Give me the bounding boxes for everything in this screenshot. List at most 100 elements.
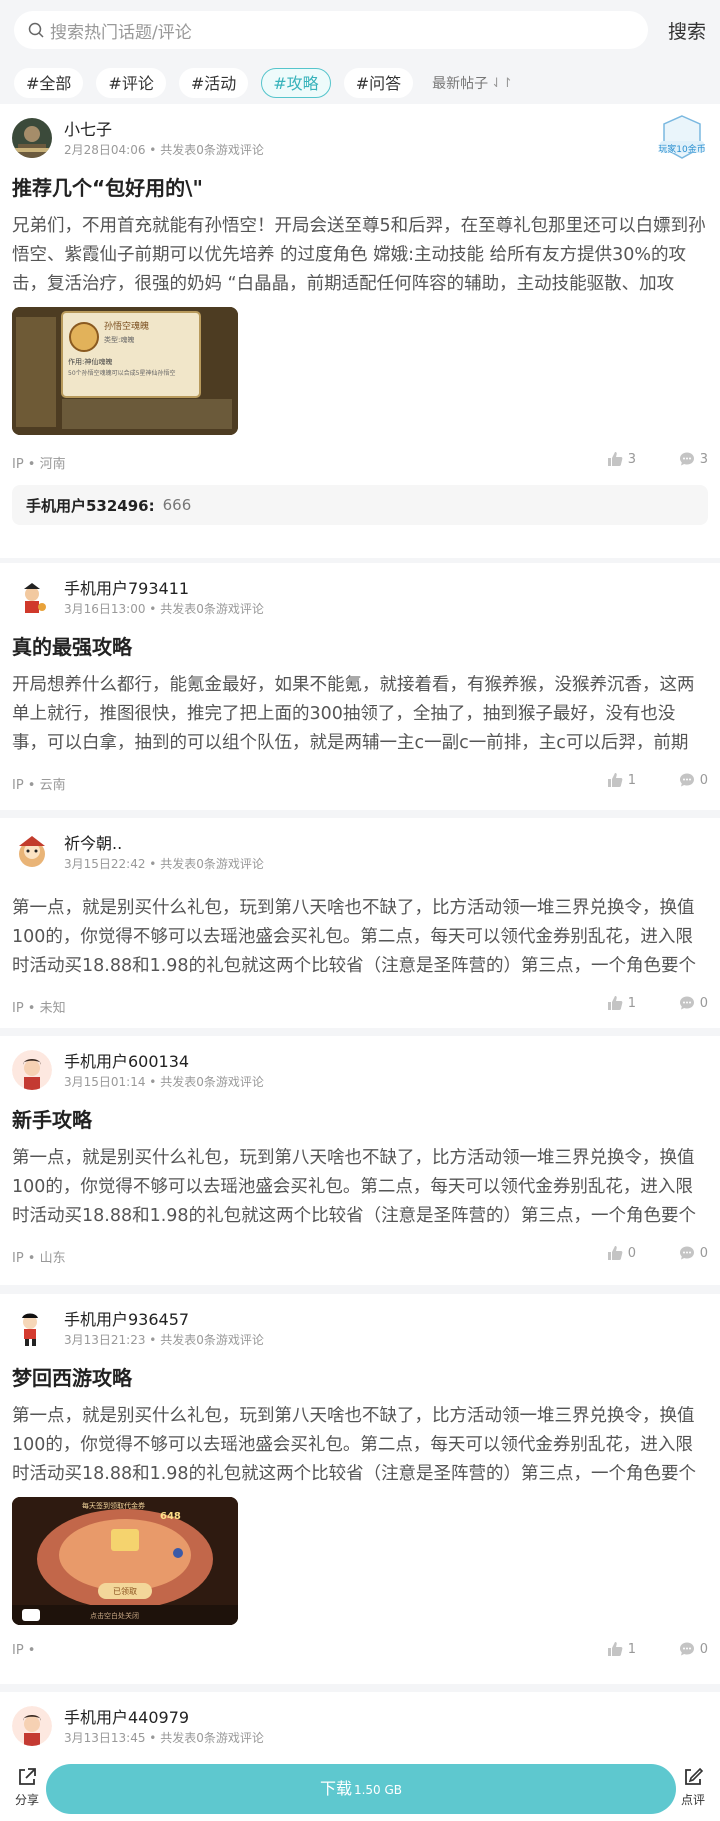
post-header: 手机用户600134 3月15日01:14 • 共发表0条游戏评论 xyxy=(12,1036,708,1100)
post-meta: 3月16日13:00 • 共发表0条游戏评论 xyxy=(64,602,264,616)
post-footer: IP • 河南 3 3 xyxy=(12,441,708,481)
share-button[interactable]: 分享 xyxy=(2,1766,52,1808)
like-count: 0 xyxy=(627,1245,636,1261)
post-title[interactable]: 梦回西游攻略 xyxy=(12,1358,708,1398)
edit-icon xyxy=(685,1767,704,1785)
post-header: 小七子 2月28日04:06 • 共发表0条游戏评论 玩家10金币 xyxy=(12,104,708,168)
thumbs-up-icon xyxy=(607,996,623,1010)
post-card[interactable]: 祈今朝.. 3月15日22:42 • 共发表0条游戏评论 第一点，就是别买什么礼… xyxy=(0,818,720,1028)
post-meta: 3月13日13:45 • 共发表0条游戏评论 xyxy=(64,1731,264,1745)
sort-arrows-icon: ⇃↾ xyxy=(491,75,513,91)
post-footer: IP • 1 0 xyxy=(12,1631,708,1671)
like-button[interactable]: 1 xyxy=(607,1641,636,1657)
thumbs-up-icon xyxy=(607,452,623,466)
image-amount: 648 xyxy=(160,1511,181,1522)
post-header: 手机用户793411 3月16日13:00 • 共发表0条游戏评论 xyxy=(12,563,708,627)
post-body[interactable]: 第一点，就是别买什么礼包，玩到第八天啥也不缺了，比方活动领一堆三界兑换令，换值1… xyxy=(12,894,708,981)
avatar[interactable] xyxy=(12,118,52,158)
tab-guide[interactable]: #攻略 xyxy=(261,68,331,98)
thumbs-up-icon xyxy=(607,1246,623,1260)
post-image[interactable]: 孙悟空魂魄 类型:魂魄 作用:神仙魂魄 50个孙悟空魂魄可以合成5星神仙孙悟空 xyxy=(12,307,238,435)
username[interactable]: 手机用户793411 xyxy=(64,575,189,599)
post-image[interactable]: 每天签到领取代金券 648 已领取 点击空白处关闭 xyxy=(12,1497,238,1625)
comment-button[interactable]: 0 xyxy=(679,995,708,1011)
download-button[interactable]: 下载 1.50 GB xyxy=(46,1764,676,1814)
ip-location: IP • 云南 xyxy=(12,778,66,793)
post-card[interactable]: 手机用户600134 3月15日01:14 • 共发表0条游戏评论 新手攻略 第… xyxy=(0,1036,720,1285)
avatar[interactable] xyxy=(12,1050,52,1090)
comment-button[interactable]: 3 xyxy=(679,451,708,467)
post-card[interactable]: 小七子 2月28日04:06 • 共发表0条游戏评论 玩家10金币 推荐几个“包… xyxy=(0,104,720,558)
search-button[interactable]: 搜索 xyxy=(648,17,706,44)
reply-user: 手机用户532496: xyxy=(26,496,155,515)
post-meta: 3月13日21:23 • 共发表0条游戏评论 xyxy=(64,1333,264,1347)
image-bottom-text: 点击空白处关闭 xyxy=(90,1612,139,1620)
post-body[interactable]: 兄弟们，不用首充就能有孙悟空！开局会送至尊5和后羿，在至尊礼包那里还可以白嫖到孙… xyxy=(12,212,708,299)
tab-event[interactable]: #活动 xyxy=(178,68,249,98)
post-body[interactable]: 第一点，就是别买什么礼包，玩到第八天啥也不缺了，比方活动领一堆三界兑换令，换值1… xyxy=(12,1144,708,1231)
post-body[interactable]: 第一点，就是别买什么礼包，玩到第八天啥也不缺了，比方活动领一堆三界兑换令，换值1… xyxy=(12,1402,708,1489)
like-button[interactable]: 3 xyxy=(607,451,636,467)
comment-bubble-icon xyxy=(679,996,694,1010)
username[interactable]: 祈今朝.. xyxy=(64,830,122,854)
post-body[interactable]: 开局想养什么都行，能氪金最好，如果不能氪，就接着看，有猴养猴，没猴养沉香，这两单… xyxy=(12,671,708,758)
comment-bubble-icon xyxy=(679,1642,694,1656)
post-title[interactable]: 真的最强攻略 xyxy=(12,627,708,667)
ip-location: IP • xyxy=(12,1643,36,1658)
post-meta: 3月15日22:42 • 共发表0条游戏评论 xyxy=(64,857,264,871)
username[interactable]: 手机用户600134 xyxy=(64,1048,189,1072)
thumbs-up-icon xyxy=(607,773,623,787)
tab-qa[interactable]: #问答 xyxy=(343,68,414,98)
image-claimed-button: 已领取 xyxy=(113,1587,137,1596)
sort-dropdown[interactable]: 最新帖子 ⇃↾ xyxy=(432,73,513,93)
comment-count: 3 xyxy=(699,451,708,467)
avatar[interactable] xyxy=(12,577,52,617)
search-row: 搜索热门话题/评论 搜索 xyxy=(14,10,706,50)
review-button[interactable]: 点评 xyxy=(668,1766,718,1808)
avatar[interactable] xyxy=(12,1706,52,1746)
comment-count: 0 xyxy=(699,1245,708,1261)
username[interactable]: 手机用户936457 xyxy=(64,1306,189,1330)
comment-button[interactable]: 0 xyxy=(679,772,708,788)
post-card[interactable]: 手机用户936457 3月13日21:23 • 共发表0条游戏评论 梦回西游攻略… xyxy=(0,1294,720,1684)
like-count: 1 xyxy=(627,995,636,1011)
post-meta: 3月15日01:14 • 共发表0条游戏评论 xyxy=(64,1075,264,1089)
reply-preview[interactable]: 手机用户532496: 666 xyxy=(12,485,708,525)
badge-label: 玩家10金币 xyxy=(658,145,706,155)
app-root: { "search": {"placeholder": "搜索热门话题/评论",… xyxy=(0,0,720,1821)
search-icon xyxy=(28,22,44,38)
share-label: 分享 xyxy=(14,1793,39,1807)
bottom-bar: 分享 下载 1.50 GB 点评 xyxy=(0,1758,720,1821)
like-button[interactable]: 0 xyxy=(607,1245,636,1261)
username[interactable]: 手机用户440979 xyxy=(64,1704,189,1728)
post-header: 手机用户440979 3月13日13:45 • 共发表0条游戏评论 xyxy=(12,1692,708,1756)
comment-button[interactable]: 0 xyxy=(679,1641,708,1657)
avatar[interactable] xyxy=(12,1308,52,1348)
post-footer: IP • 山东 0 0 xyxy=(12,1235,708,1275)
like-button[interactable]: 1 xyxy=(607,772,636,788)
like-count: 3 xyxy=(627,451,636,467)
share-icon xyxy=(19,1768,36,1785)
username[interactable]: 小七子 xyxy=(64,116,112,140)
like-count: 1 xyxy=(627,1641,636,1657)
like-button[interactable]: 1 xyxy=(607,995,636,1011)
item-desc: 50个孙悟空魂魄可以合成5星神仙孙悟空 xyxy=(68,370,176,377)
image-top-text: 每天签到领取代金券 xyxy=(82,1502,145,1510)
thumbs-up-icon xyxy=(607,1642,623,1656)
post-card[interactable]: 手机用户793411 3月16日13:00 • 共发表0条游戏评论 真的最强攻略… xyxy=(0,563,720,810)
tab-review[interactable]: #评论 xyxy=(96,68,166,98)
item-name: 孙悟空魂魄 xyxy=(104,322,150,332)
comment-button[interactable]: 0 xyxy=(679,1245,708,1261)
comment-bubble-icon xyxy=(679,452,694,466)
like-count: 1 xyxy=(627,772,636,788)
comment-count: 0 xyxy=(699,995,708,1011)
post-title[interactable]: 推荐几个“包好用的\" xyxy=(12,168,708,208)
post-title[interactable]: 新手攻略 xyxy=(12,1100,708,1140)
ip-location: IP • 河南 xyxy=(12,457,66,472)
top-bar: 搜索热门话题/评论 搜索 #全部 #评论 #活动 #攻略 #问答 最新帖子 ⇃↾ xyxy=(0,0,720,104)
tab-all[interactable]: #全部 xyxy=(14,68,84,98)
avatar[interactable] xyxy=(12,832,52,872)
comment-bubble-icon xyxy=(679,1246,694,1260)
search-input[interactable]: 搜索热门话题/评论 xyxy=(14,11,648,49)
download-label: 下载 xyxy=(319,1779,352,1798)
